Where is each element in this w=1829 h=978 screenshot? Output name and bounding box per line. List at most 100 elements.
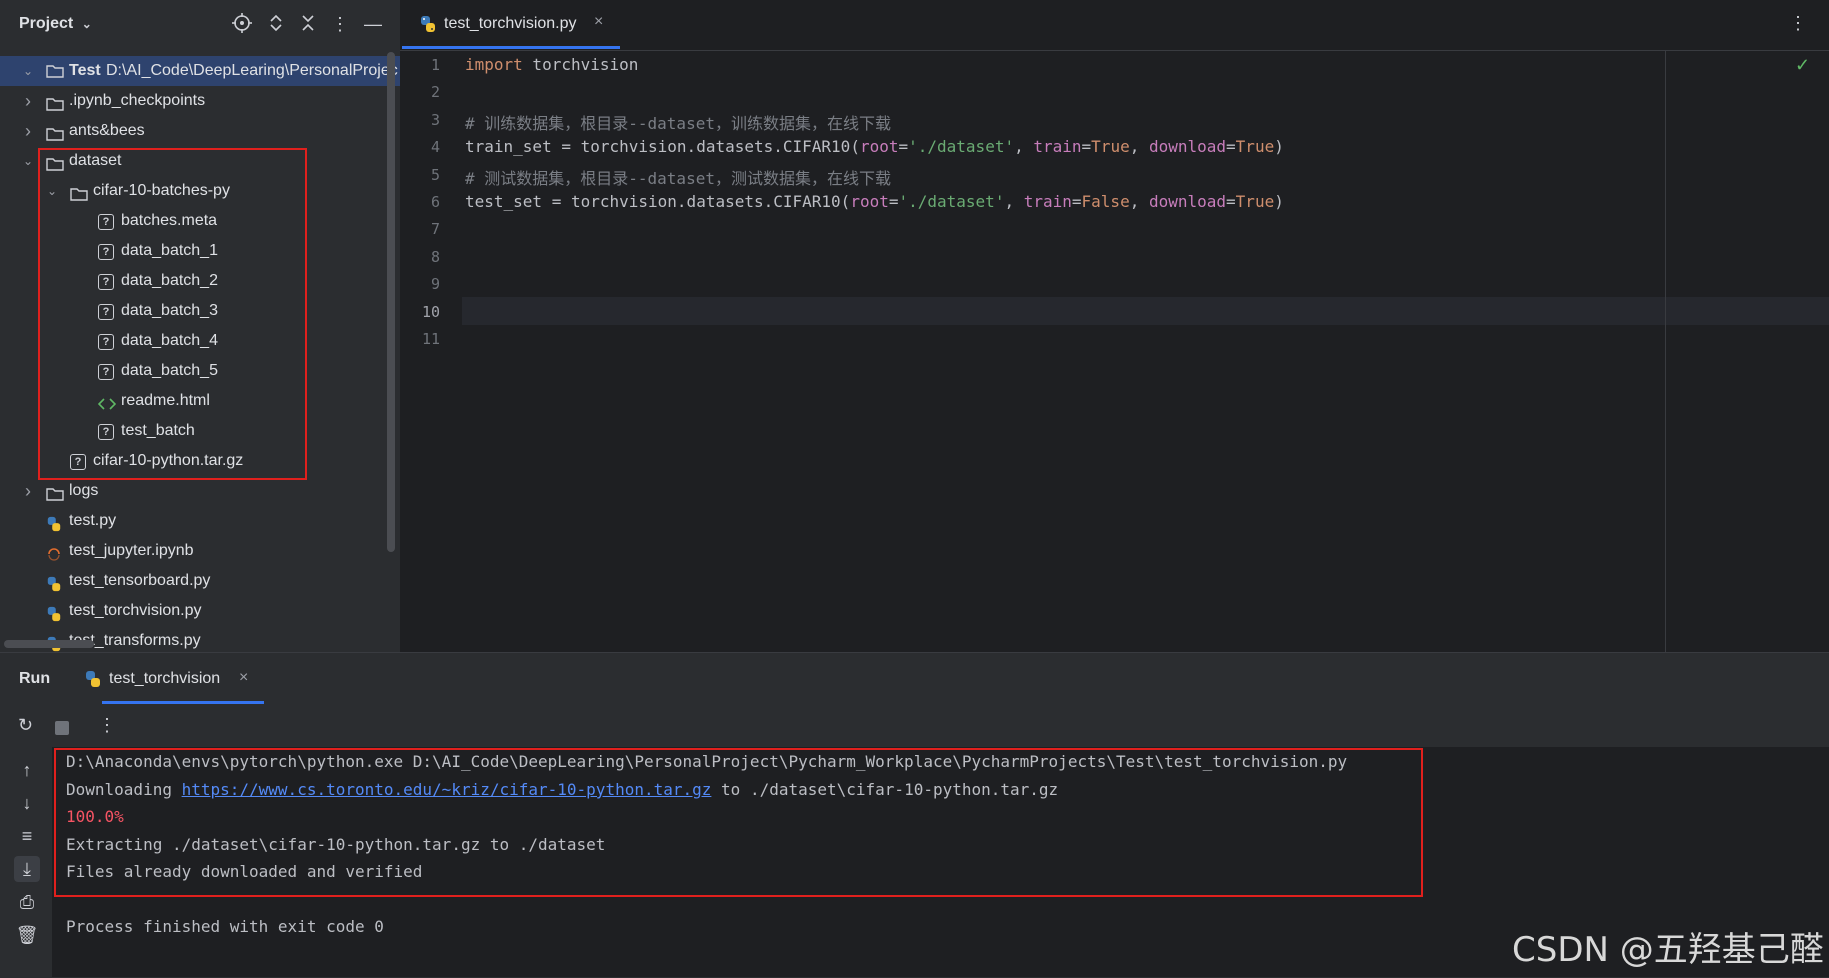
more-options-icon[interactable]: ⋮ [98,715,116,736]
close-icon[interactable]: × [239,669,248,687]
param-name: download [1148,192,1227,211]
code-text: torchvision [522,55,639,74]
tree-item-label: test_torchvision.py [69,602,202,619]
run-side-toolbar: ↑ ↓ ≡ ⤓ ⎙ 🗑 [0,747,52,977]
bool-literal: True [1235,192,1275,211]
bool-literal: True [1235,137,1275,156]
folder-icon [46,123,64,141]
tree-item-label: logs [69,482,99,499]
chevron-right-icon[interactable]: › [21,86,35,116]
line-number: 3 [430,110,440,129]
tab-label: test_torchvision.py [444,15,577,32]
line-number: 5 [430,165,440,184]
tree-item-label: .ipynb_checkpoints [69,92,206,109]
bool-literal: False [1081,192,1130,211]
keyword-import: import [465,55,523,74]
line-number: 2 [430,83,440,102]
python-file-icon [46,603,62,622]
minimize-icon[interactable]: — [362,13,384,35]
string-literal: './dataset' [908,137,1015,156]
stop-icon[interactable] [55,721,69,735]
tab-test-torchvision[interactable]: test_torchvision.py × [402,0,620,50]
notebook-file-icon [46,543,62,561]
line-number: 10 [421,302,440,321]
run-panel-title: Run [19,670,51,687]
chevron-down-icon[interactable]: ⌄ [21,56,35,86]
code-text: test_set = torchvision.datasets.CIFAR10( [465,192,851,211]
current-line-highlight [462,297,1829,325]
code-line-1[interactable]: import torchvision [465,55,638,74]
print-icon[interactable]: ⎙ [14,889,40,915]
line-number: 1 [430,56,440,74]
line-number: 11 [421,330,440,348]
line-number: 8 [430,247,440,266]
tree-item-label: test_jupyter.ipynb [69,542,194,559]
editor [400,0,1829,652]
soft-wrap-icon[interactable]: ≡ [14,823,40,849]
trash-icon[interactable]: 🗑 [14,922,40,948]
code-line-5[interactable]: # 测试数据集，根目录--dataset，测试数据集，在线下载 [465,165,891,189]
folder-icon [46,63,64,79]
tab-active-indicator [402,46,620,49]
project-title[interactable]: Project ⌄ [19,15,92,33]
string-literal: './dataset' [898,192,1005,211]
tree-item-test-py[interactable]: test.py [0,506,400,536]
tree-item-label: ants&bees [69,122,145,139]
param-name: root [859,137,899,156]
scroll-to-end-icon[interactable]: ⤓ [14,856,40,882]
watermark: CSDN @五羟基己醛 [1512,930,1824,970]
right-margin-guide [1665,50,1666,652]
tree-scrollbar[interactable] [387,52,395,552]
highlight-box-console [54,748,1423,897]
run-tab-indicator [102,701,264,704]
tree-item-test-torchvision-py[interactable]: test_torchvision.py [0,596,400,626]
collapse-all-icon[interactable] [297,13,319,35]
rerun-icon[interactable]: ↻ [18,715,33,736]
chevron-right-icon[interactable]: › [21,476,35,506]
code-line-4[interactable]: train_set = torchvision.datasets.CIFAR10… [465,137,1284,156]
chevron-down-icon: ⌄ [81,17,92,31]
tree-horizontal-scrollbar[interactable] [4,640,94,648]
code-line-3[interactable]: # 训练数据集，根目录--dataset，训练数据集，在线下载 [465,110,891,134]
check-icon: ✓ [1795,55,1811,75]
console-line-exit: Process finished with exit code 0 [66,917,384,936]
highlight-box-dataset [38,148,307,480]
tree-item--ipynb-checkpoints[interactable]: › .ipynb_checkpoints [0,86,400,116]
run-tab-test-torchvision[interactable]: test_torchvision × [84,661,264,701]
arrow-down-icon[interactable]: ↓ [14,790,40,816]
python-file-icon [46,573,62,592]
folder-icon [46,93,64,111]
line-number: 6 [430,193,440,211]
tree-item-logs[interactable]: › logs [0,476,400,506]
close-icon[interactable]: × [594,13,603,31]
more-options-icon[interactable]: ⋮ [1789,13,1807,34]
folder-icon [46,483,64,501]
tree-root-row[interactable]: ⌄ Test D:\AI_Code\DeepLearing\PersonalPr… [0,56,400,86]
expand-all-icon[interactable] [265,13,287,35]
tree-root-name: Test [69,62,101,79]
tree-item-label: test_tensorboard.py [69,572,211,589]
tree-item-test-tensorboard-py[interactable]: test_tensorboard.py [0,566,400,596]
param-name: train [1033,137,1082,156]
python-file-icon [84,670,102,693]
bool-literal: True [1091,137,1130,156]
locate-icon[interactable] [231,13,253,35]
project-header: Project ⌄ ⋮ — [0,0,400,50]
more-options-icon[interactable]: ⋮ [329,13,351,35]
tree-item-test-jupyter-ipynb[interactable]: test_jupyter.ipynb [0,536,400,566]
param-name: train [1023,192,1072,211]
python-file-icon [419,15,437,38]
arrow-up-icon[interactable]: ↑ [14,757,40,783]
tree-item-ants-bees[interactable]: › ants&bees [0,116,400,146]
python-file-icon [46,513,62,532]
code-text: train_set = torchvision.datasets.CIFAR10… [465,137,860,156]
tree-root-path: D:\AI_Code\DeepLearing\PersonalProjec [106,62,398,79]
editor-tab-bar: test_torchvision.py × ⋮ [400,0,1829,51]
chevron-down-icon[interactable]: ⌄ [21,146,35,176]
line-number: 9 [430,275,440,294]
line-number: 4 [430,138,440,157]
chevron-right-icon[interactable]: › [21,116,35,146]
param-name: root [850,192,889,211]
project-title-label: Project [19,15,74,32]
code-line-6[interactable]: test_set = torchvision.datasets.CIFAR10(… [465,192,1284,211]
